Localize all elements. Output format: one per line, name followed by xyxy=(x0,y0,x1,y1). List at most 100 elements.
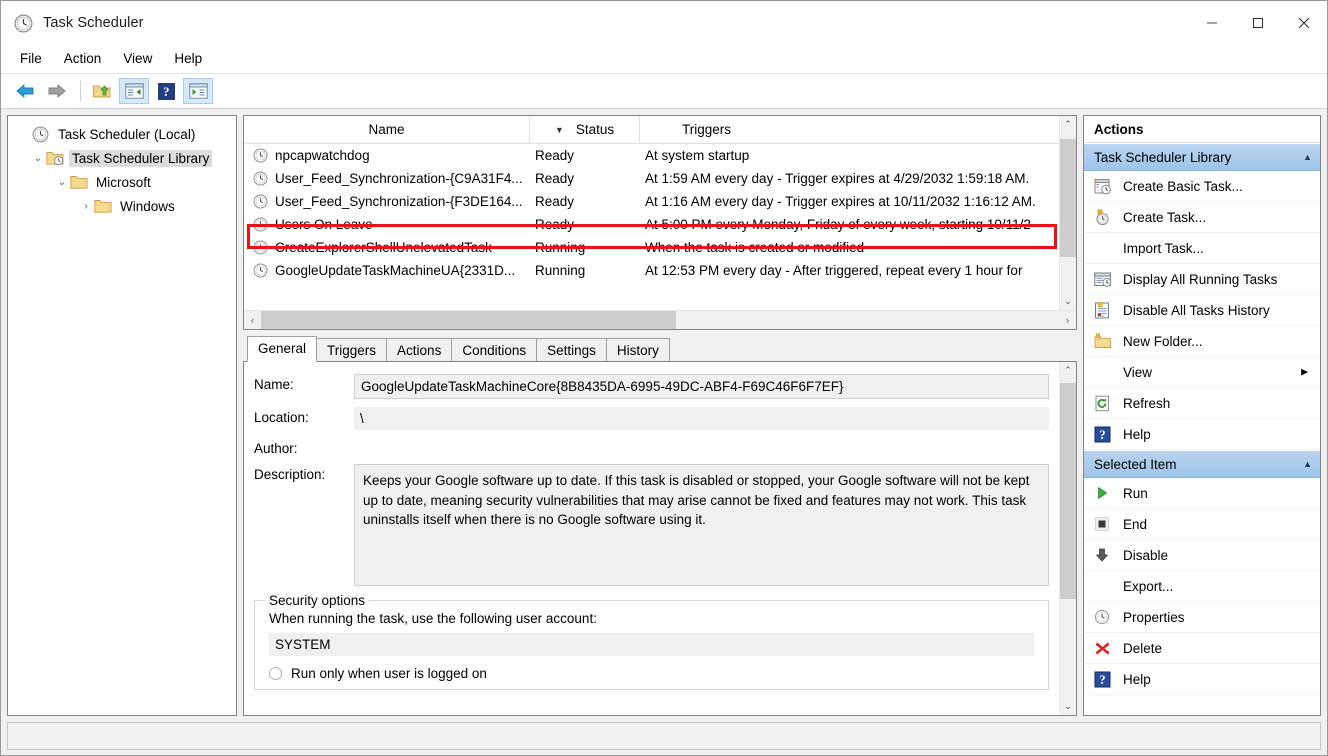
column-header-name[interactable]: Name xyxy=(244,116,529,143)
table-row[interactable]: User_Feed_Synchronization-{C9A31F4... Re… xyxy=(244,167,1059,190)
scroll-track[interactable] xyxy=(1060,133,1076,293)
collapse-chevron-icon[interactable]: ▲ xyxy=(1303,459,1312,469)
task-list-vertical-scrollbar[interactable]: ⌃ ⌄ xyxy=(1059,116,1076,310)
run-only-logged-on-row[interactable]: Run only when user is logged on xyxy=(269,666,1034,681)
radio-button[interactable] xyxy=(269,667,282,680)
up-one-level-icon[interactable] xyxy=(87,78,117,104)
tab-triggers[interactable]: Triggers xyxy=(316,338,388,362)
table-row[interactable]: npcapwatchdog Ready At system startup xyxy=(244,144,1059,167)
disable-down-arrow-icon xyxy=(1094,547,1116,563)
detail-vertical-scrollbar[interactable]: ⌃ ⌄ xyxy=(1059,362,1076,715)
scroll-down-button[interactable]: ⌄ xyxy=(1060,698,1076,715)
scroll-thumb[interactable] xyxy=(1060,383,1076,599)
actions-section-task-scheduler-library[interactable]: Task Scheduler Library ▲ xyxy=(1084,143,1320,171)
disable-history-icon xyxy=(1094,301,1116,319)
status-bar xyxy=(7,722,1321,750)
action-label: View xyxy=(1123,364,1153,380)
action-view[interactable]: View ▶ xyxy=(1084,357,1320,388)
actions-pane-title: Actions xyxy=(1084,116,1320,143)
collapse-chevron-icon[interactable]: ▲ xyxy=(1303,152,1312,162)
menu-file[interactable]: File xyxy=(9,47,53,71)
menu-action[interactable]: Action xyxy=(53,47,113,71)
action-create-task[interactable]: Create Task... xyxy=(1084,202,1320,233)
show-hide-action-pane-icon[interactable] xyxy=(183,78,213,104)
scroll-right-button[interactable]: › xyxy=(1059,311,1076,329)
help-icon[interactable]: ? xyxy=(151,78,181,104)
tab-general[interactable]: General xyxy=(247,336,318,362)
tree-label: Task Scheduler (Local) xyxy=(58,126,196,142)
clock-icon xyxy=(32,126,50,143)
close-button[interactable] xyxy=(1281,1,1327,45)
svg-text:?: ? xyxy=(1099,673,1105,687)
table-row-users-on-leave[interactable]: Users On Leave Ready At 5:00 PM every Mo… xyxy=(244,213,1059,236)
tree-node-task-scheduler-library[interactable]: ⌄ Task Scheduler Library xyxy=(16,146,232,170)
tree-chevron-expanded[interactable]: ⌄ xyxy=(30,153,46,164)
detail-tab-body: Name: GoogleUpdateTaskMachineCore{8B8435… xyxy=(243,361,1077,716)
menu-bar: File Action View Help xyxy=(1,45,1327,74)
action-delete[interactable]: Delete xyxy=(1084,633,1320,664)
user-account-value: SYSTEM xyxy=(269,633,1034,656)
tab-conditions[interactable]: Conditions xyxy=(451,338,538,362)
tree-node-microsoft[interactable]: ⌄ Microsoft xyxy=(16,170,232,194)
menu-view[interactable]: View xyxy=(112,47,163,71)
action-display-all-running-tasks[interactable]: Display All Running Tasks xyxy=(1084,264,1320,295)
column-header-status[interactable]: ▼ Status xyxy=(529,116,639,143)
detail-tabstrip: General Triggers Actions Conditions Sett… xyxy=(243,336,1077,362)
action-disable-all-tasks-history[interactable]: Disable All Tasks History xyxy=(1084,295,1320,326)
maximize-button[interactable] xyxy=(1235,1,1281,45)
task-status-cell: Ready xyxy=(535,217,575,232)
table-row[interactable]: CreateExplorerShellUnelevatedTask Runnin… xyxy=(244,236,1059,259)
tab-settings[interactable]: Settings xyxy=(536,338,607,362)
tree-node-windows[interactable]: › Windows xyxy=(16,194,232,218)
column-header-triggers[interactable]: Triggers xyxy=(639,116,1059,143)
action-properties[interactable]: Properties xyxy=(1084,602,1320,633)
tree-chevron-expanded[interactable]: ⌄ xyxy=(54,177,70,188)
show-hide-console-tree-icon[interactable] xyxy=(119,78,149,104)
task-name-label: User_Feed_Synchronization-{C9A31F4... xyxy=(275,171,523,186)
menu-help[interactable]: Help xyxy=(163,47,213,71)
scroll-up-button[interactable]: ⌃ xyxy=(1060,116,1076,133)
action-help-library[interactable]: ? Help xyxy=(1084,419,1320,450)
action-disable[interactable]: Disable xyxy=(1084,540,1320,571)
tab-actions[interactable]: Actions xyxy=(386,338,453,362)
display-running-tasks-icon xyxy=(1094,271,1116,288)
delete-x-icon xyxy=(1094,640,1116,657)
library-folder-icon xyxy=(46,150,64,166)
table-row[interactable]: GoogleUpdateTaskMachineUA{2331D... Runni… xyxy=(244,259,1059,282)
action-end[interactable]: End xyxy=(1084,509,1320,540)
tree-chevron-collapsed[interactable]: › xyxy=(78,201,94,212)
task-status-cell: Running xyxy=(535,263,586,278)
clock-icon xyxy=(14,14,33,33)
action-help-selected[interactable]: ? Help xyxy=(1084,664,1320,695)
scroll-track[interactable] xyxy=(1060,379,1076,698)
scroll-up-button[interactable]: ⌃ xyxy=(1060,362,1076,379)
action-create-basic-task[interactable]: Create Basic Task... xyxy=(1084,171,1320,202)
action-label: Display All Running Tasks xyxy=(1123,271,1278,287)
tab-history[interactable]: History xyxy=(605,338,670,362)
task-name-cell: CreateExplorerShellUnelevatedTask xyxy=(244,240,529,255)
scroll-left-button[interactable]: ‹ xyxy=(244,311,261,329)
author-field-row: Author: xyxy=(254,438,1049,456)
action-new-folder[interactable]: New Folder... xyxy=(1084,326,1320,357)
action-export[interactable]: Export... xyxy=(1084,571,1320,602)
scroll-down-button[interactable]: ⌄ xyxy=(1060,293,1076,310)
tree-node-task-scheduler-local[interactable]: Task Scheduler (Local) xyxy=(16,122,232,146)
actions-section-selected-item[interactable]: Selected Item ▲ xyxy=(1084,450,1320,478)
action-run[interactable]: Run xyxy=(1084,478,1320,509)
action-refresh[interactable]: Refresh xyxy=(1084,388,1320,419)
author-label: Author: xyxy=(254,441,298,456)
section-title: Selected Item xyxy=(1094,456,1177,472)
scroll-thumb[interactable] xyxy=(261,311,676,329)
scroll-track[interactable] xyxy=(261,311,1059,329)
forward-arrow-icon[interactable] xyxy=(42,78,72,104)
task-trigger-cell: At 1:59 AM every day - Trigger expires a… xyxy=(645,171,1030,186)
minimize-button[interactable] xyxy=(1189,1,1235,45)
general-tab-content: Name: GoogleUpdateTaskMachineCore{8B8435… xyxy=(244,362,1059,715)
back-arrow-icon[interactable] xyxy=(10,78,40,104)
table-row[interactable]: User_Feed_Synchronization-{F3DE164... Re… xyxy=(244,190,1059,213)
scroll-thumb[interactable] xyxy=(1060,139,1076,257)
caption-buttons xyxy=(1189,1,1327,45)
action-import-task[interactable]: Import Task... xyxy=(1084,233,1320,264)
task-list-horizontal-scrollbar[interactable]: ‹ › xyxy=(244,310,1076,329)
folder-icon xyxy=(70,174,88,190)
